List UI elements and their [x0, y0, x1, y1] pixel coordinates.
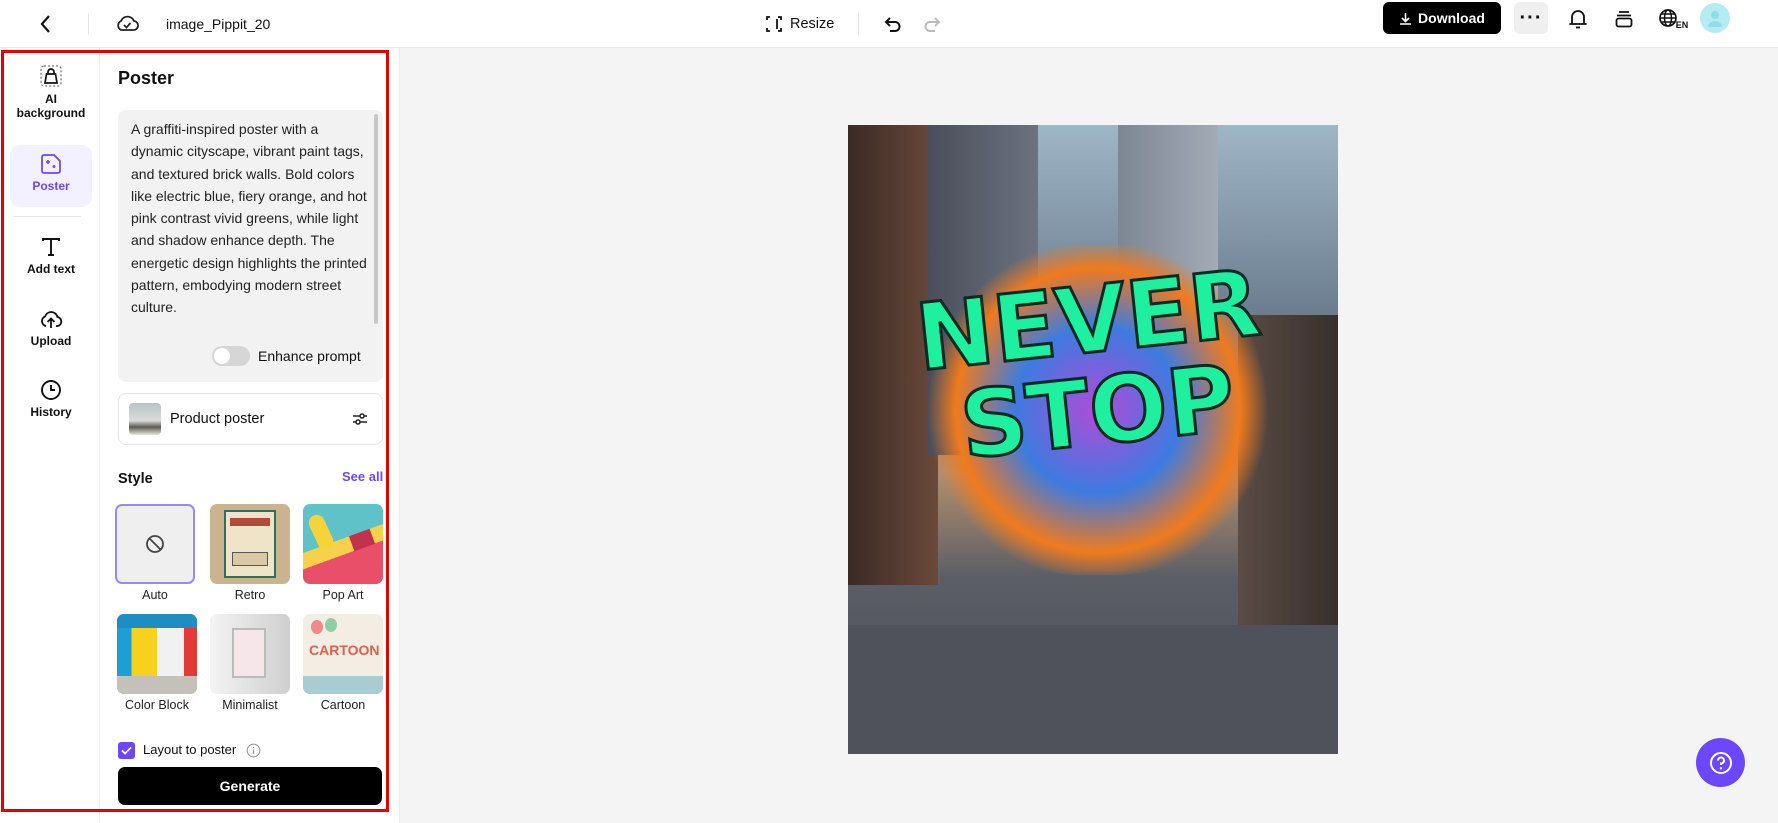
- settings-sliders-icon[interactable]: [352, 411, 368, 427]
- style-card-retro[interactable]: Retro: [210, 504, 290, 602]
- style-card-pop-art[interactable]: Pop Art: [303, 504, 383, 602]
- layout-to-poster-checkbox[interactable]: [118, 742, 135, 759]
- redo-button[interactable]: [921, 10, 945, 38]
- sidebar-item-label: Upload: [30, 334, 72, 348]
- text-icon: [42, 238, 60, 256]
- language-code: EN: [1675, 20, 1689, 30]
- template-selector[interactable]: Product poster: [118, 393, 383, 445]
- cloud-saved-icon[interactable]: [114, 10, 140, 36]
- check-icon: [121, 746, 132, 755]
- style-card-color-block[interactable]: Color Block: [117, 614, 197, 712]
- question-icon: [1709, 751, 1732, 774]
- style-heading: Style: [118, 471, 153, 487]
- sidebar-item-label: Poster: [32, 179, 70, 193]
- prompt-text[interactable]: A graffiti-inspired poster with a dynami…: [131, 118, 369, 319]
- style-label: Cartoon: [320, 698, 366, 712]
- style-grid: Auto Retro Pop Art Color Block Minimalis…: [115, 504, 385, 724]
- avatar[interactable]: [1700, 3, 1730, 33]
- style-label: Minimalist: [222, 698, 278, 712]
- more-button[interactable]: ···: [1514, 2, 1548, 34]
- poster-canvas-image[interactable]: NEVER STOP: [848, 125, 1338, 754]
- template-thumbnail: [129, 403, 161, 435]
- more-icon: ···: [1519, 6, 1543, 29]
- style-card-cartoon[interactable]: CARTOON Cartoon: [303, 614, 383, 712]
- cloud-upload-icon: [41, 311, 63, 328]
- sidebar-item-add-text[interactable]: Add text: [10, 228, 92, 286]
- tool-sidebar: AI background Poster Add text Upload His…: [0, 48, 100, 823]
- language-button[interactable]: EN: [1656, 4, 1690, 34]
- style-label: Auto: [142, 588, 168, 602]
- resize-button[interactable]: Resize: [764, 10, 834, 38]
- card-stack-icon: [1615, 11, 1633, 28]
- notifications-button[interactable]: [1562, 4, 1594, 34]
- prompt-scrollbar[interactable]: [374, 114, 378, 324]
- chevron-left-icon: [40, 15, 50, 33]
- sidebar-item-label: AI background: [16, 92, 86, 120]
- sidebar-item-ai-background[interactable]: AI background: [10, 56, 92, 130]
- undo-button[interactable]: [880, 10, 904, 38]
- sidebar-item-history[interactable]: History: [10, 371, 92, 429]
- style-label: Pop Art: [322, 588, 364, 602]
- ai-background-icon: [40, 65, 62, 87]
- download-button[interactable]: Download: [1383, 2, 1501, 34]
- user-icon: [1708, 11, 1722, 27]
- none-icon: [146, 535, 164, 553]
- prompt-textarea[interactable]: A graffiti-inspired poster with a dynami…: [118, 110, 383, 382]
- panel-title: Poster: [118, 68, 175, 88]
- sidebar-item-upload[interactable]: Upload: [10, 300, 92, 358]
- sidebar-item-poster[interactable]: Poster: [10, 145, 92, 207]
- back-button[interactable]: [34, 8, 58, 40]
- resize-label: Resize: [790, 16, 835, 32]
- sidebar-item-label: History: [30, 405, 72, 419]
- info-icon[interactable]: [246, 743, 261, 758]
- download-label: Download: [1418, 10, 1485, 26]
- sidebar-item-label: Add text: [27, 262, 75, 276]
- style-card-auto[interactable]: Auto: [115, 504, 195, 602]
- subscription-button[interactable]: [1608, 4, 1640, 34]
- clock-icon: [41, 380, 61, 400]
- poster-icon: [41, 154, 61, 174]
- top-bar: image_Pippit_20 Resize Download ··· EN: [0, 0, 1778, 48]
- file-name[interactable]: image_Pippit_20: [166, 12, 270, 36]
- redo-icon: [924, 17, 941, 32]
- enhance-prompt-label: Enhance prompt: [258, 348, 361, 364]
- divider: [13, 216, 81, 217]
- layout-to-poster-label: Layout to poster: [143, 742, 237, 757]
- help-button[interactable]: [1696, 738, 1745, 787]
- style-label: Retro: [234, 588, 266, 602]
- resize-icon: [766, 16, 782, 32]
- see-all-link[interactable]: See all: [342, 469, 383, 484]
- undo-icon: [884, 17, 901, 32]
- style-card-minimalist[interactable]: Minimalist: [210, 614, 290, 712]
- enhance-prompt-toggle[interactable]: [212, 346, 250, 366]
- download-icon: [1400, 12, 1412, 25]
- style-label: Color Block: [125, 698, 189, 712]
- bell-icon: [1569, 10, 1587, 29]
- template-label: Product poster: [170, 411, 265, 427]
- generate-button[interactable]: Generate: [118, 767, 382, 805]
